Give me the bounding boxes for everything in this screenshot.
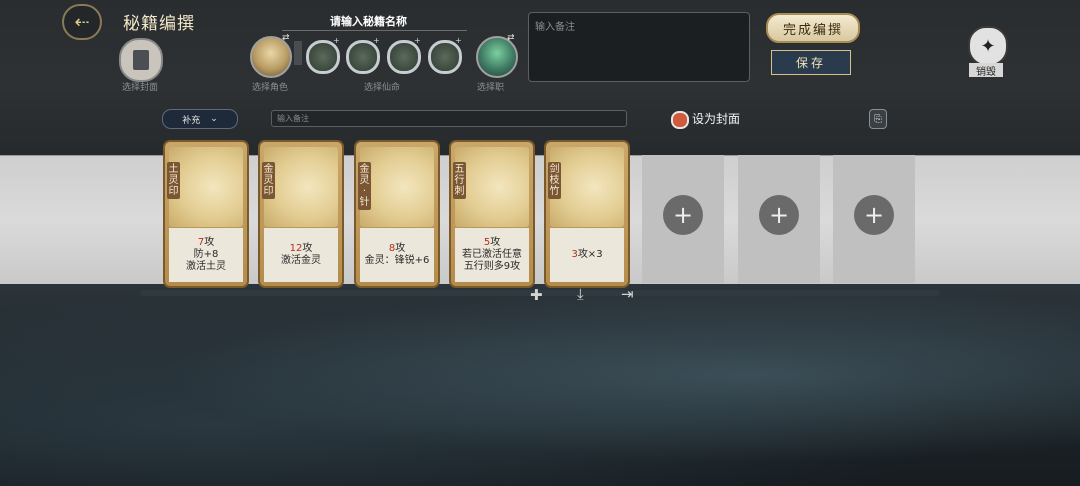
fate-slot-4[interactable] [428,40,462,74]
empty-slot[interactable]: + [642,155,724,283]
plus-icon[interactable]: + [854,195,894,235]
card-text: 金灵：锋锐+6 [364,255,430,266]
empty-slot[interactable]: + [738,155,820,283]
card-art [264,147,338,227]
card-2[interactable]: 金灵印 12攻 激活金灵 [258,140,344,288]
card-text: 若已激活任意 [462,249,522,260]
card-art [169,147,243,227]
plus-icon[interactable]: + [759,195,799,235]
card-name: 五行刺 [453,162,466,199]
card-text: 五行则多9攻 [463,261,521,272]
card-name: 剑枝竹 [548,162,561,199]
note-textarea[interactable]: 输入备注 [528,12,750,82]
card-text: 攻×3 [577,249,603,260]
plus-icon[interactable]: + [663,195,703,235]
card-art [360,147,434,227]
small-note-input[interactable]: 输入备注 [271,110,627,127]
card-text: 攻 [204,237,215,248]
destroy-icon[interactable]: ✦ [968,26,1008,66]
set-cover-toggle[interactable] [671,111,689,129]
fate-slot-3[interactable] [387,40,421,74]
empty-slot[interactable]: + [833,155,915,283]
card-name: 土灵印 [167,162,180,199]
card-4[interactable]: 五行刺 5攻 若已激活任意 五行则多9攻 [449,140,535,288]
card-strip [0,155,1080,286]
supplement-label: 补充 [182,115,201,126]
finish-button[interactable]: 完成编撰 [766,13,860,43]
card-description: 7攻 防+8 激活土灵 [169,228,243,282]
card-text: 防+8 [193,249,219,260]
card-description: 5攻 若已激活任意 五行则多9攻 [455,228,529,282]
card-art [550,147,624,227]
fate-slot-1[interactable] [306,40,340,74]
save-button[interactable]: 保存 [771,50,851,75]
card-text: 攻 [395,243,406,254]
card-3[interactable]: 金灵·针 8攻 金灵：锋锐+6 [354,140,440,288]
select-cover-label: 选择封面 [122,83,159,93]
destroy-label[interactable]: 销毁 [969,63,1003,78]
copy-icon[interactable]: ⎘ [869,109,887,129]
select-role-label: 选择角色 [252,83,289,93]
plus-icon: + [414,36,421,45]
arrow-back-icon: ⇠ [74,11,90,33]
swap-icon: ⇄ [282,33,290,43]
card-value: 12 [289,243,303,254]
back-button[interactable]: ⇠ [62,4,102,40]
name-prompt[interactable]: 请输入秘籍名称 [330,13,407,29]
page-title: 秘籍编撰 [123,14,195,34]
card-description: 8攻 金灵：锋锐+6 [360,228,434,282]
fate-divider [294,41,302,65]
card-name: 金灵·针 [358,162,371,210]
card-name: 金灵印 [262,162,275,199]
chevron-down-icon: ⌄ [210,114,218,124]
background-art [0,284,1080,486]
plus-icon: + [455,36,462,45]
fate-slot-2[interactable] [346,40,380,74]
cover-icon [133,50,149,70]
supplement-select[interactable]: 补充 ⌄ [162,109,238,129]
download-icon[interactable]: ⤓ [577,285,584,303]
card-5[interactable]: 剑枝竹 3攻×3 [544,140,630,288]
plus-icon: + [373,36,380,45]
plus-icon: + [333,36,340,45]
set-cover-label[interactable]: 设为封面 [692,110,740,127]
card-description: 3攻×3 [550,228,624,282]
select-fate-label: 选择仙命 [364,83,401,93]
card-1[interactable]: 土灵印 7攻 防+8 激活土灵 [163,140,249,288]
plus-icon[interactable]: ✚ [530,286,543,304]
select-cover-button[interactable] [119,38,163,82]
card-text: 激活土灵 [186,261,226,272]
card-text: 攻 [302,243,313,254]
card-art [455,147,529,227]
card-text: 激活金灵 [281,255,321,266]
swap-icon: ⇄ [507,33,515,43]
export-icon[interactable]: ⇥ [621,285,634,303]
card-description: 12攻 激活金灵 [264,228,338,282]
select-job-label: 选择职 [477,83,505,93]
name-underline [282,30,467,31]
card-text: 攻 [490,237,501,248]
